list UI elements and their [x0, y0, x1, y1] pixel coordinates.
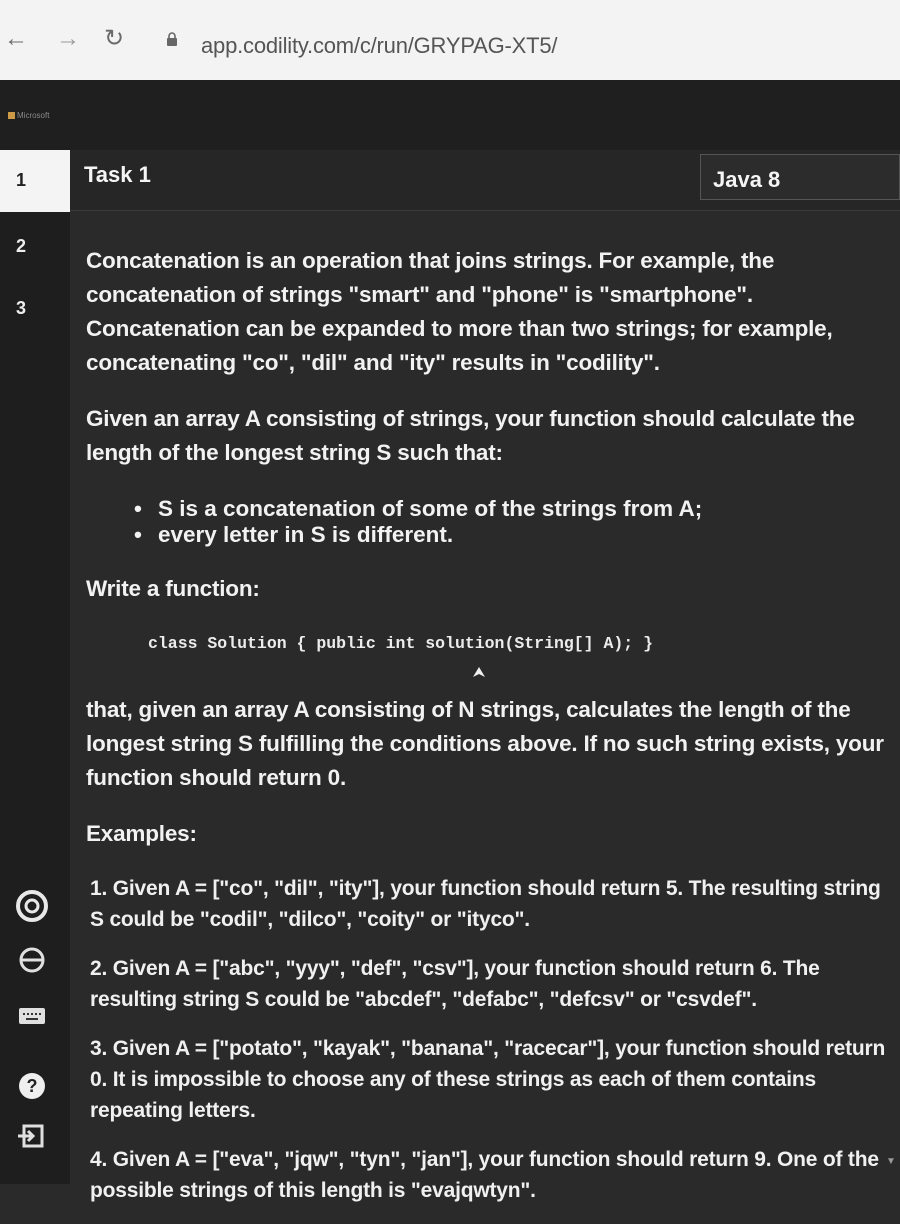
- task-header: Task 1 Java 8: [70, 150, 900, 211]
- address-bar[interactable]: app.codility.com/c/run/GRYPAG-XT5/: [201, 33, 558, 59]
- keyboard-icon[interactable]: [14, 998, 50, 1034]
- task-tab-1[interactable]: 1: [0, 150, 70, 212]
- conditions-list: S is a concatenation of some of the stri…: [134, 496, 896, 548]
- example-item: 3. Given A = ["potato", "kayak", "banana…: [90, 1037, 886, 1122]
- top-banner: [0, 80, 900, 150]
- settings-icon[interactable]: [14, 888, 50, 924]
- accessibility-icon[interactable]: [14, 942, 50, 978]
- condition-item: every letter in S is different.: [134, 522, 896, 548]
- examples-heading: Examples:: [86, 821, 197, 846]
- example-item: 2. Given A = ["abc", "yyy", "def", "csv"…: [90, 957, 820, 1011]
- example-item: 1. Given A = ["co", "dil", "ity"], your …: [90, 877, 881, 931]
- scroll-down-icon[interactable]: ▼: [886, 1156, 900, 1180]
- function-signature: class Solution { public int solution(Str…: [148, 634, 653, 653]
- svg-text:?: ?: [27, 1076, 38, 1096]
- task-sidebar: 1 2 3 ?: [0, 150, 70, 1184]
- language-select[interactable]: Java 8: [700, 154, 900, 200]
- return-description: that, given an array A consisting of N s…: [86, 697, 884, 790]
- language-label: Java 8: [713, 167, 781, 192]
- task-title: Task 1: [84, 162, 151, 187]
- exit-icon[interactable]: [14, 1118, 50, 1154]
- intro-paragraph: Concatenation is an operation that joins…: [86, 248, 833, 375]
- task-description: Given an array A consisting of strings, …: [86, 406, 855, 465]
- write-function-heading: Write a function:: [86, 576, 260, 601]
- lock-icon: [167, 32, 177, 46]
- task-tab-2[interactable]: 2: [0, 216, 70, 278]
- reload-icon[interactable]: ↻: [104, 27, 124, 51]
- help-icon[interactable]: ?: [14, 1068, 50, 1104]
- mouse-cursor-icon: [473, 667, 485, 677]
- forward-arrow-icon[interactable]: →: [56, 27, 80, 51]
- condition-item: S is a concatenation of some of the stri…: [134, 496, 896, 522]
- problem-statement: Concatenation is an operation that joins…: [86, 244, 896, 1224]
- example-item: 4. Given A = ["eva", "jqw", "tyn", "jan"…: [90, 1148, 879, 1202]
- back-arrow-icon[interactable]: ←: [4, 27, 28, 51]
- browser-toolbar: ← → ↻ app.codility.com/c/run/GRYPAG-XT5/: [0, 0, 900, 81]
- microsoft-logo: Microsoft: [8, 111, 49, 120]
- task-tab-3[interactable]: 3: [0, 278, 70, 340]
